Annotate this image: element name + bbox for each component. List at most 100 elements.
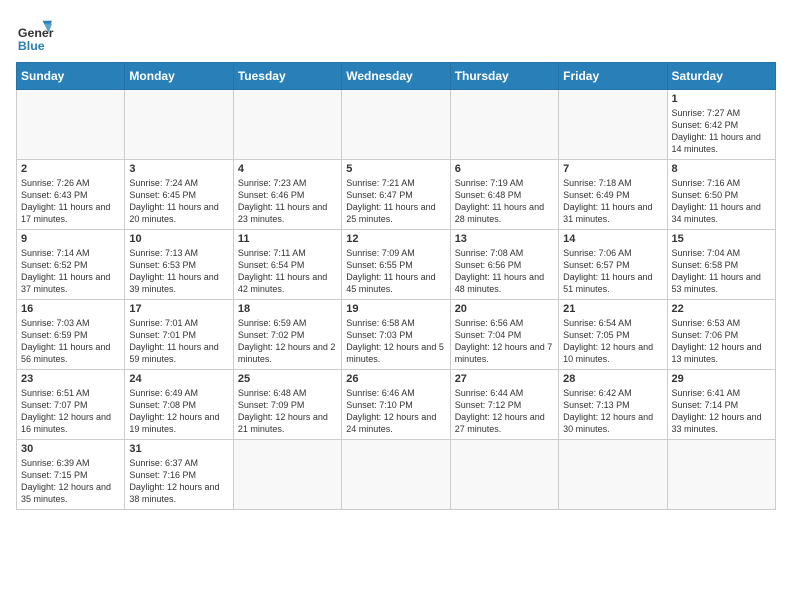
calendar-cell: 1Sunrise: 7:27 AM Sunset: 6:42 PM Daylig… — [667, 90, 775, 160]
day-number: 7 — [563, 163, 662, 175]
weekday-friday: Friday — [559, 63, 667, 90]
day-number: 4 — [238, 163, 337, 175]
day-number: 11 — [238, 233, 337, 245]
calendar-cell: 30 Sunrise: 6:39 AM Sunset: 7:15 PM Dayli… — [17, 440, 125, 510]
day-number: 26 — [346, 373, 445, 385]
calendar-row-5: 30 Sunrise: 6:39 AM Sunset: 7:15 PM Dayli… — [17, 440, 776, 510]
day-info: Sunrise: 7:26 AM Sunset: 6:43 PM Dayligh… — [21, 177, 120, 226]
day-info: Sunrise: 6:49 AM Sunset: 7:08 PM Dayligh… — [129, 387, 228, 436]
day-info: Sunrise: 7:13 AM Sunset: 6:53 PM Dayligh… — [129, 247, 228, 296]
calendar-cell — [450, 90, 558, 160]
day-number: 27 — [455, 373, 554, 385]
day-info: Sunrise: 6:54 AM Sunset: 7:05 PM Dayligh… — [563, 317, 662, 366]
day-info: Sunrise: 7:24 AM Sunset: 6:45 PM Dayligh… — [129, 177, 228, 226]
calendar-cell: 26Sunrise: 6:46 AM Sunset: 7:10 PM Dayli… — [342, 370, 450, 440]
day-info: Sunrise: 7:21 AM Sunset: 6:47 PM Dayligh… — [346, 177, 445, 226]
day-number: 23 — [21, 373, 120, 385]
day-info: Sunrise: 7:16 AM Sunset: 6:50 PM Dayligh… — [672, 177, 771, 226]
calendar-cell: 19 Sunrise: 6:58 AM Sunset: 7:03 PM Dayli… — [342, 300, 450, 370]
calendar-row-3: 16Sunrise: 7:03 AM Sunset: 6:59 PM Dayli… — [17, 300, 776, 370]
calendar-cell: 17 Sunrise: 7:01 AM Sunset: 7:01 PM Dayli… — [125, 300, 233, 370]
calendar-table: SundayMondayTuesdayWednesdayThursdayFrid… — [16, 62, 776, 510]
day-number: 5 — [346, 163, 445, 175]
calendar-cell: 21 Sunrise: 6:54 AM Sunset: 7:05 PM Dayli… — [559, 300, 667, 370]
calendar-cell: 8 Sunrise: 7:16 AM Sunset: 6:50 PM Daylig… — [667, 160, 775, 230]
calendar-cell: 15Sunrise: 7:04 AM Sunset: 6:58 PM Dayli… — [667, 230, 775, 300]
day-number: 24 — [129, 373, 228, 385]
calendar-cell: 4Sunrise: 7:23 AM Sunset: 6:46 PM Daylig… — [233, 160, 341, 230]
day-info: Sunrise: 6:39 AM Sunset: 7:15 PM Dayligh… — [21, 457, 120, 506]
day-number: 17 — [129, 303, 228, 315]
day-number: 13 — [455, 233, 554, 245]
calendar-cell — [233, 440, 341, 510]
day-number: 14 — [563, 233, 662, 245]
calendar-cell: 31Sunrise: 6:37 AM Sunset: 7:16 PM Dayli… — [125, 440, 233, 510]
calendar-cell — [125, 90, 233, 160]
weekday-wednesday: Wednesday — [342, 63, 450, 90]
calendar-cell: 24 Sunrise: 6:49 AM Sunset: 7:08 PM Dayli… — [125, 370, 233, 440]
calendar-cell — [342, 440, 450, 510]
logo: General Blue — [16, 16, 54, 54]
day-number: 22 — [672, 303, 771, 315]
calendar-cell: 29 Sunrise: 6:41 AM Sunset: 7:14 PM Dayli… — [667, 370, 775, 440]
day-number: 30 — [21, 443, 120, 455]
day-number: 16 — [21, 303, 120, 315]
day-info: Sunrise: 6:41 AM Sunset: 7:14 PM Dayligh… — [672, 387, 771, 436]
calendar-cell: 3Sunrise: 7:24 AM Sunset: 6:45 PM Daylig… — [125, 160, 233, 230]
calendar-row-4: 23 Sunrise: 6:51 AM Sunset: 7:07 PM Dayli… — [17, 370, 776, 440]
calendar-cell — [17, 90, 125, 160]
day-info: Sunrise: 7:08 AM Sunset: 6:56 PM Dayligh… — [455, 247, 554, 296]
calendar-cell: 12 Sunrise: 7:09 AM Sunset: 6:55 PM Dayli… — [342, 230, 450, 300]
day-info: Sunrise: 6:59 AM Sunset: 7:02 PM Dayligh… — [238, 317, 337, 366]
calendar-cell: 7 Sunrise: 7:18 AM Sunset: 6:49 PM Daylig… — [559, 160, 667, 230]
calendar-cell: 27Sunrise: 6:44 AM Sunset: 7:12 PM Dayli… — [450, 370, 558, 440]
day-info: Sunrise: 6:51 AM Sunset: 7:07 PM Dayligh… — [21, 387, 120, 436]
day-number: 20 — [455, 303, 554, 315]
calendar-cell — [233, 90, 341, 160]
day-info: Sunrise: 7:11 AM Sunset: 6:54 PM Dayligh… — [238, 247, 337, 296]
calendar-cell: 16Sunrise: 7:03 AM Sunset: 6:59 PM Dayli… — [17, 300, 125, 370]
day-number: 29 — [672, 373, 771, 385]
calendar-cell — [559, 90, 667, 160]
day-number: 25 — [238, 373, 337, 385]
calendar-cell: 22 Sunrise: 6:53 AM Sunset: 7:06 PM Dayli… — [667, 300, 775, 370]
svg-text:Blue: Blue — [18, 39, 45, 53]
day-info: Sunrise: 6:42 AM Sunset: 7:13 PM Dayligh… — [563, 387, 662, 436]
day-number: 31 — [129, 443, 228, 455]
day-number: 8 — [672, 163, 771, 175]
day-number: 28 — [563, 373, 662, 385]
calendar-cell: 6Sunrise: 7:19 AM Sunset: 6:48 PM Daylig… — [450, 160, 558, 230]
calendar-cell: 18 Sunrise: 6:59 AM Sunset: 7:02 PM Dayli… — [233, 300, 341, 370]
day-info: Sunrise: 7:27 AM Sunset: 6:42 PM Dayligh… — [672, 107, 771, 156]
day-number: 12 — [346, 233, 445, 245]
day-info: Sunrise: 7:18 AM Sunset: 6:49 PM Dayligh… — [563, 177, 662, 226]
calendar-cell: 5 Sunrise: 7:21 AM Sunset: 6:47 PM Daylig… — [342, 160, 450, 230]
calendar-cell — [667, 440, 775, 510]
calendar-cell: 25 Sunrise: 6:48 AM Sunset: 7:09 PM Dayli… — [233, 370, 341, 440]
calendar-cell: 13 Sunrise: 7:08 AM Sunset: 6:56 PM Dayli… — [450, 230, 558, 300]
day-info: Sunrise: 7:06 AM Sunset: 6:57 PM Dayligh… — [563, 247, 662, 296]
day-info: Sunrise: 7:01 AM Sunset: 7:01 PM Dayligh… — [129, 317, 228, 366]
day-number: 2 — [21, 163, 120, 175]
calendar-row-2: 9 Sunrise: 7:14 AM Sunset: 6:52 PM Daylig… — [17, 230, 776, 300]
day-info: Sunrise: 6:53 AM Sunset: 7:06 PM Dayligh… — [672, 317, 771, 366]
day-info: Sunrise: 6:48 AM Sunset: 7:09 PM Dayligh… — [238, 387, 337, 436]
calendar-cell: 28 Sunrise: 6:42 AM Sunset: 7:13 PM Dayli… — [559, 370, 667, 440]
day-info: Sunrise: 6:58 AM Sunset: 7:03 PM Dayligh… — [346, 317, 445, 366]
weekday-saturday: Saturday — [667, 63, 775, 90]
calendar-cell: 2 Sunrise: 7:26 AM Sunset: 6:43 PM Daylig… — [17, 160, 125, 230]
day-number: 21 — [563, 303, 662, 315]
day-info: Sunrise: 6:56 AM Sunset: 7:04 PM Dayligh… — [455, 317, 554, 366]
day-number: 18 — [238, 303, 337, 315]
day-number: 6 — [455, 163, 554, 175]
page-header: General Blue — [16, 16, 776, 54]
day-info: Sunrise: 7:14 AM Sunset: 6:52 PM Dayligh… — [21, 247, 120, 296]
calendar-cell — [450, 440, 558, 510]
day-number: 19 — [346, 303, 445, 315]
day-info: Sunrise: 7:09 AM Sunset: 6:55 PM Dayligh… — [346, 247, 445, 296]
weekday-monday: Monday — [125, 63, 233, 90]
weekday-thursday: Thursday — [450, 63, 558, 90]
day-number: 9 — [21, 233, 120, 245]
logo-icon: General Blue — [16, 16, 54, 54]
calendar-row-1: 2 Sunrise: 7:26 AM Sunset: 6:43 PM Daylig… — [17, 160, 776, 230]
